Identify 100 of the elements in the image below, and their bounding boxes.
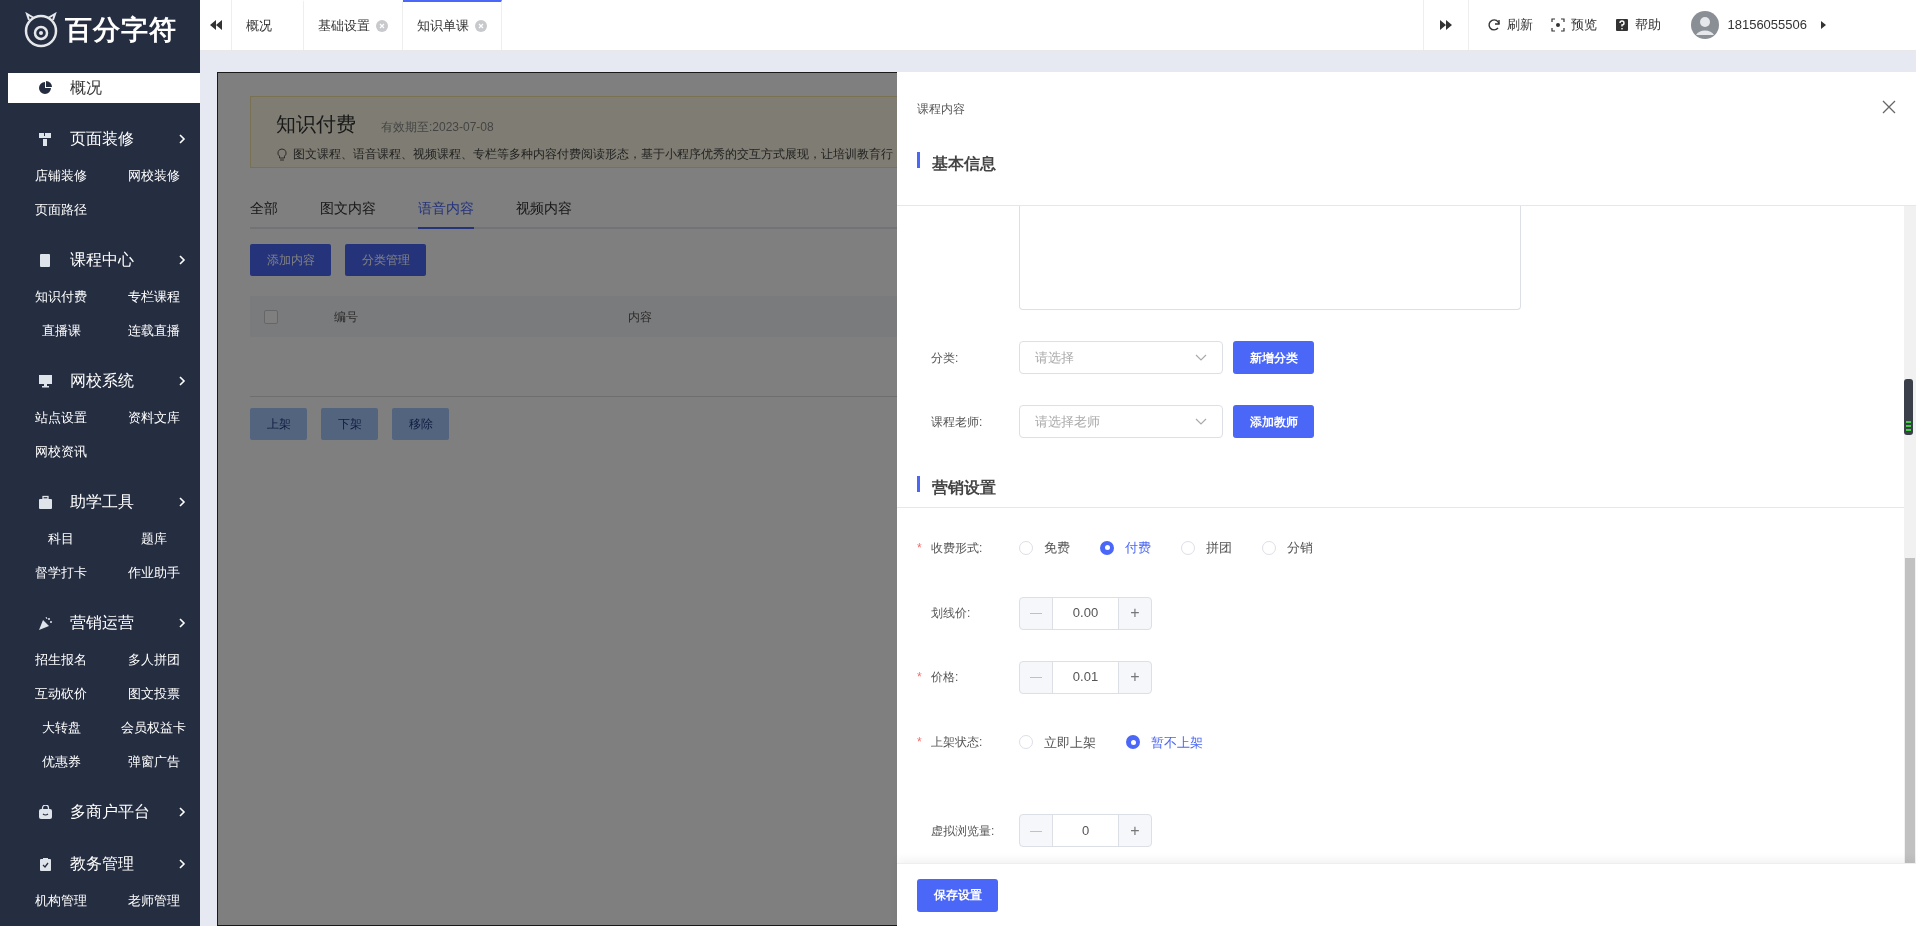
field-label: 虚拟浏览量: bbox=[931, 822, 995, 840]
sidebar-subitem[interactable]: 会员权益卡 bbox=[107, 711, 200, 745]
sidebar-subitem[interactable]: 弹窗广告 bbox=[107, 745, 200, 779]
save-button[interactable]: 保存设置 bbox=[917, 878, 998, 912]
clipboard-icon bbox=[38, 856, 53, 872]
sidebar-subitem[interactable]: 招生报名 bbox=[15, 643, 108, 677]
sidebar-subitem[interactable]: 页面路径 bbox=[15, 193, 108, 227]
toolbar-button[interactable]: 帮助 bbox=[1615, 15, 1662, 35]
sidebar-item[interactable]: 课程中心 bbox=[0, 241, 200, 279]
page-tab[interactable]: 知识单课 bbox=[403, 0, 502, 50]
sidebar-subitem[interactable]: 店铺装修 bbox=[15, 159, 108, 193]
sidebar-subitem[interactable]: 科目 bbox=[15, 522, 108, 556]
page-title: 知识付费 bbox=[276, 112, 356, 137]
sidebar-subitem[interactable]: 网校资讯 bbox=[15, 435, 108, 469]
chevron-down-icon bbox=[1195, 353, 1207, 362]
number-input[interactable]: 0.01 bbox=[1053, 661, 1118, 693]
avatar-icon bbox=[1691, 11, 1720, 39]
sidebar-subitem[interactable]: 连载直播 bbox=[107, 314, 200, 348]
double-left-icon bbox=[209, 20, 222, 30]
increment-button[interactable]: + bbox=[1118, 661, 1151, 693]
sidebar-subitem[interactable]: 网校装修 bbox=[107, 159, 200, 193]
sidebar-item[interactable]: 多商户平台 bbox=[0, 793, 200, 831]
scrollbar-thumb[interactable] bbox=[1905, 558, 1915, 863]
radio-button[interactable] bbox=[1126, 735, 1140, 750]
sidebar-subitem[interactable]: 优惠券 bbox=[15, 745, 108, 779]
monitor-icon bbox=[38, 373, 53, 389]
user-menu[interactable]: 18156055506 bbox=[1691, 11, 1826, 39]
number-stepper[interactable]: — 0.01 + bbox=[1019, 660, 1152, 694]
number-stepper[interactable]: — 0.00 + bbox=[1019, 596, 1152, 630]
chevron-down-icon bbox=[1195, 417, 1207, 426]
sidebar-subitem[interactable]: 图文投票 bbox=[107, 677, 200, 711]
scroll-right-button[interactable] bbox=[1423, 0, 1470, 50]
radio-option[interactable]: 付费 bbox=[1100, 538, 1151, 558]
section-title: 营销设置 bbox=[932, 478, 996, 498]
content-tab[interactable]: 图文内容 bbox=[320, 198, 376, 229]
sidebar-subitem[interactable]: 多人拼团 bbox=[107, 643, 200, 677]
radio-option[interactable]: 立即上架 bbox=[1019, 732, 1096, 752]
sidebar-item[interactable]: 概况 bbox=[8, 73, 200, 103]
radio-option[interactable]: 免费 bbox=[1019, 538, 1070, 558]
sidebar-subitem[interactable]: 站点设置 bbox=[15, 401, 108, 435]
sidebar-item-label: 营销运营 bbox=[70, 613, 135, 633]
sidebar-subitem[interactable]: 老师管理 bbox=[107, 884, 200, 918]
radio-option[interactable]: 拼团 bbox=[1181, 538, 1232, 558]
scrollbar[interactable] bbox=[1904, 206, 1916, 863]
toolbar-button[interactable]: 预览 bbox=[1551, 15, 1598, 35]
toolbar-button[interactable]: 刷新 bbox=[1487, 15, 1534, 35]
section-marker bbox=[917, 476, 920, 492]
field-label: 价格: bbox=[931, 669, 959, 686]
sidebar-item[interactable]: 网校系统 bbox=[0, 362, 200, 400]
checkbox[interactable] bbox=[264, 309, 278, 324]
sidebar-subitem[interactable]: 机构管理 bbox=[15, 884, 108, 918]
sidebar-item[interactable]: 助学工具 bbox=[0, 483, 200, 521]
book-icon bbox=[38, 252, 53, 268]
sidebar-subitem[interactable]: 直播课 bbox=[15, 314, 108, 348]
sidebar-subitem[interactable]: 知识付费 bbox=[15, 280, 108, 314]
increment-button[interactable]: + bbox=[1118, 597, 1151, 629]
content-tab[interactable]: 视频内容 bbox=[516, 198, 572, 229]
page-tab[interactable]: 概况 bbox=[232, 0, 304, 50]
notice-text: 图文课程、语音课程、视频课程、专栏等多种内容付费阅读形态，基于小程序优秀的交互方式展现，让培训教育行 bbox=[293, 146, 893, 162]
sidebar-item[interactable]: 教务管理 bbox=[0, 845, 200, 883]
field-label: 划线价: bbox=[931, 605, 971, 622]
sidebar-item-label: 概况 bbox=[70, 78, 103, 98]
sidebar-subitem[interactable]: 题库 bbox=[107, 522, 200, 556]
field-label: 收费形式: bbox=[931, 539, 983, 557]
sidebar-item-label: 助学工具 bbox=[70, 492, 135, 512]
lightbulb-icon bbox=[276, 147, 288, 162]
sidebar-item[interactable]: 页面装修 bbox=[0, 120, 200, 158]
number-stepper[interactable]: — 0 + bbox=[1019, 814, 1152, 847]
number-input[interactable]: 0 bbox=[1053, 815, 1118, 846]
sidebar-subitem[interactable]: 互动砍价 bbox=[15, 677, 108, 711]
sidebar-item-label: 页面装修 bbox=[70, 129, 135, 149]
radio-button[interactable] bbox=[1100, 540, 1114, 555]
radio-option[interactable]: 分销 bbox=[1262, 538, 1313, 558]
content-tab[interactable]: 全部 bbox=[250, 198, 278, 229]
column-header: 编号 bbox=[334, 308, 358, 326]
sidebar-subitem[interactable]: 大转盘 bbox=[15, 711, 108, 745]
briefcase-icon bbox=[38, 494, 53, 510]
double-right-icon bbox=[1440, 20, 1453, 30]
increment-button[interactable]: + bbox=[1118, 815, 1151, 846]
help-icon bbox=[1615, 18, 1630, 32]
column-header: 内容 bbox=[628, 308, 652, 326]
field-label: 课程老师: bbox=[931, 413, 983, 431]
required-mark: * bbox=[917, 669, 923, 686]
refresh-icon bbox=[1487, 18, 1502, 32]
number-input[interactable]: 0.00 bbox=[1053, 597, 1118, 629]
party-popper-icon bbox=[38, 615, 53, 631]
primary-button[interactable]: 新增分类 bbox=[1233, 341, 1314, 374]
sidebar-subitem[interactable]: 资料文库 bbox=[107, 401, 200, 435]
side-handle-icon[interactable] bbox=[1904, 379, 1913, 435]
sidebar-item[interactable]: 营销运营 bbox=[0, 604, 200, 642]
field-label: 上架状态: bbox=[931, 734, 983, 752]
brush-icon bbox=[38, 131, 53, 147]
section-marker bbox=[917, 152, 920, 168]
scan-icon bbox=[1551, 18, 1566, 32]
sidebar-subitem[interactable]: 专栏课程 bbox=[107, 280, 200, 314]
sidebar-subitem[interactable]: 督学打卡 bbox=[15, 556, 108, 590]
primary-button[interactable]: 添加教师 bbox=[1233, 405, 1314, 438]
radio-option[interactable]: 暂不上架 bbox=[1126, 732, 1203, 752]
expiry-date: 有效期至:2023-07-08 bbox=[381, 119, 494, 136]
sidebar-subitem[interactable]: 作业助手 bbox=[107, 556, 200, 590]
